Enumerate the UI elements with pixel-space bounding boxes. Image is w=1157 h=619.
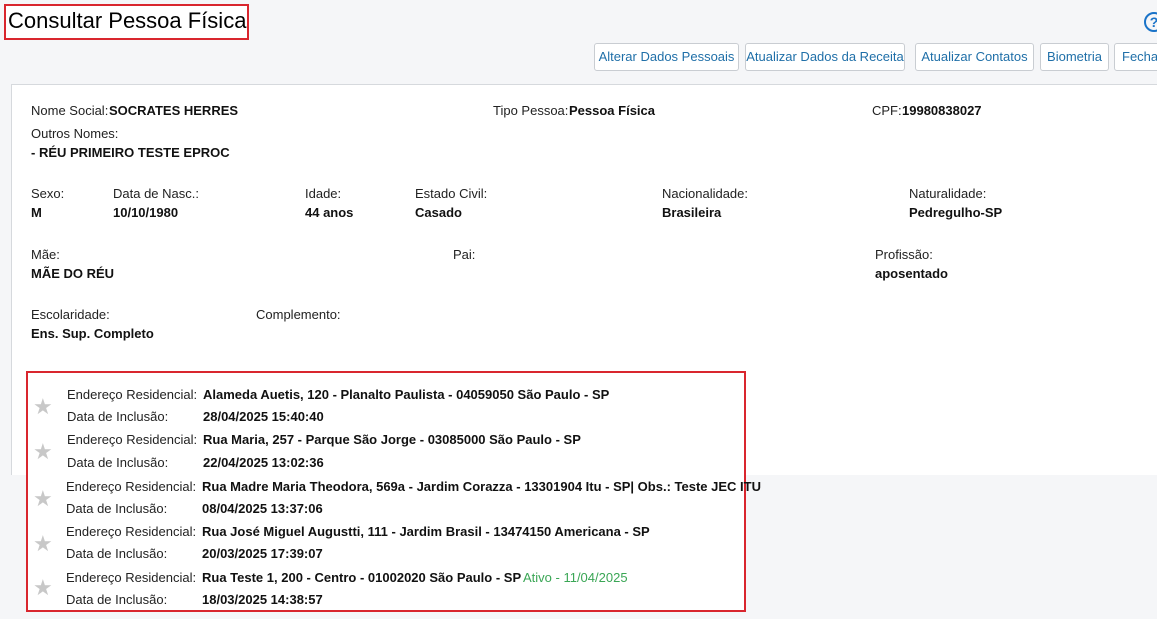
- address-label: Endereço Residencial:: [67, 387, 198, 402]
- cpf-value: 19980838027: [902, 103, 982, 118]
- sexo-value: M: [31, 205, 42, 220]
- idade-label: Idade:: [305, 186, 342, 201]
- date-value: 08/04/2025 13:37:06: [202, 501, 323, 516]
- address-value: Rua Teste 1, 200 - Centro - 01002020 São…: [202, 570, 522, 585]
- nacionalidade-label: Nacionalidade:: [662, 186, 749, 201]
- complemento-label: Complemento:: [256, 307, 341, 322]
- favorite-star-icon[interactable]: ★: [33, 577, 53, 599]
- address-label: Endereço Residencial:: [66, 524, 197, 539]
- address-value: Rua Maria, 257 - Parque São Jorge - 0308…: [203, 432, 581, 447]
- data-nasc-value: 10/10/1980: [113, 205, 179, 220]
- favorite-star-icon[interactable]: ★: [33, 396, 53, 418]
- naturalidade-value: Pedregulho-SP: [909, 205, 1003, 220]
- alterar-dados-pessoais-button[interactable]: Alterar Dados Pessoais: [594, 43, 739, 71]
- fechar-button[interactable]: Fechar: [1114, 43, 1157, 71]
- favorite-star-icon[interactable]: ★: [33, 441, 53, 463]
- date-label: Data de Inclusão:: [66, 546, 168, 561]
- address-value: Alameda Auetis, 120 - Planalto Paulista …: [203, 387, 610, 402]
- address-status: Ativo - 11/04/2025: [523, 570, 628, 585]
- profissao-label: Profissão:: [875, 247, 933, 262]
- idade-value: 44 anos: [305, 205, 354, 220]
- tipo-pessoa-label: Tipo Pessoa:: [493, 103, 569, 118]
- estado-civil-label: Estado Civil:: [415, 186, 488, 201]
- pai-label: Pai:: [453, 247, 476, 262]
- address-label: Endereço Residencial:: [66, 479, 197, 494]
- estado-civil-value: Casado: [415, 205, 462, 220]
- outros-nomes-label: Outros Nomes:: [31, 126, 119, 141]
- help-icon[interactable]: ?: [1144, 12, 1157, 32]
- cpf-label: CPF:: [872, 103, 902, 118]
- atualizar-dados-receita-button[interactable]: Atualizar Dados da Receita: [745, 43, 905, 71]
- date-value: 20/03/2025 17:39:07: [202, 546, 323, 561]
- date-label: Data de Inclusão:: [67, 409, 169, 424]
- date-value: 22/04/2025 13:02:36: [203, 455, 324, 470]
- date-label: Data de Inclusão:: [66, 501, 168, 516]
- date-value: 18/03/2025 14:38:57: [202, 592, 323, 607]
- profissao-value: aposentado: [875, 266, 948, 281]
- escolaridade-value: Ens. Sup. Completo: [31, 326, 154, 341]
- date-value: 28/04/2025 15:40:40: [203, 409, 324, 424]
- address-label: Endereço Residencial:: [67, 432, 198, 447]
- mae-label: Mãe:: [31, 247, 60, 262]
- date-label: Data de Inclusão:: [66, 592, 168, 607]
- favorite-star-icon[interactable]: ★: [33, 533, 53, 555]
- date-label: Data de Inclusão:: [67, 455, 169, 470]
- tipo-pessoa-value: Pessoa Física: [569, 103, 655, 118]
- data-nasc-label: Data de Nasc.:: [113, 186, 199, 201]
- nacionalidade-value: Brasileira: [662, 205, 722, 220]
- nome-social-label: Nome Social:: [31, 103, 109, 118]
- naturalidade-label: Naturalidade:: [909, 186, 987, 201]
- sexo-label: Sexo:: [31, 186, 65, 201]
- address-label: Endereço Residencial:: [66, 570, 197, 585]
- address-value: Rua José Miguel Augustti, 111 - Jardim B…: [202, 524, 650, 539]
- page-title: Consultar Pessoa Física: [8, 8, 247, 33]
- favorite-star-icon[interactable]: ★: [33, 488, 53, 510]
- nome-social-value: SOCRATES HERRES: [109, 103, 239, 118]
- address-value: Rua Madre Maria Theodora, 569a - Jardim …: [202, 479, 761, 494]
- outros-nomes-value: - RÉU PRIMEIRO TESTE EPROC: [31, 145, 230, 160]
- mae-value: MÃE DO RÉU: [31, 266, 115, 281]
- atualizar-contatos-button[interactable]: Atualizar Contatos: [915, 43, 1034, 71]
- biometria-button[interactable]: Biometria: [1040, 43, 1109, 71]
- escolaridade-label: Escolaridade:: [31, 307, 110, 322]
